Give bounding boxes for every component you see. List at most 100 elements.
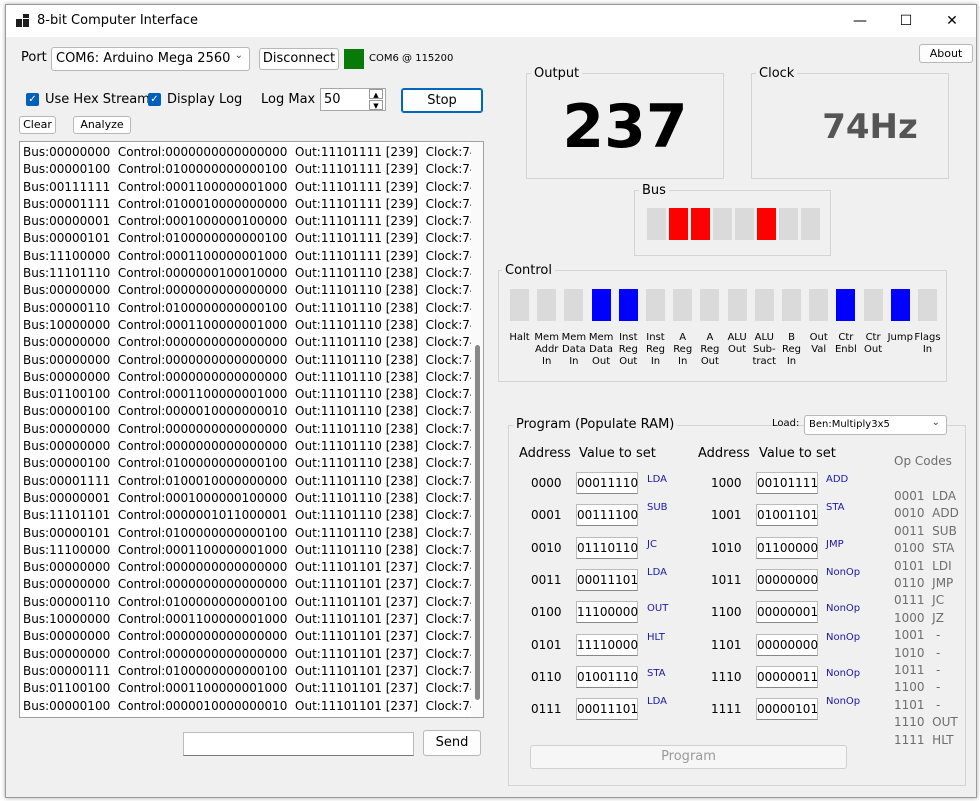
output-value: 237	[562, 92, 688, 162]
mnemonic-label: NonOp	[826, 603, 861, 615]
log-max-stepper[interactable]: 50 ▲ ▼	[320, 88, 386, 111]
ram-value-field[interactable]: 00011110	[576, 472, 638, 494]
opcode-item: 1000 JZ	[894, 610, 944, 625]
ram-value-field[interactable]: 11100000	[576, 601, 638, 624]
address-label: 0111	[531, 702, 562, 717]
control-led	[700, 289, 720, 321]
control-led	[646, 289, 665, 321]
stepper-down-icon[interactable]: ▼	[369, 100, 383, 110]
ram-value-field[interactable]: 00000011	[756, 665, 818, 688]
log-line: Bus:00000100 Control:0100000000000100 Ou…	[23, 456, 478, 471]
port-select[interactable]: COM6: Arduino Mega 2560 ⌄	[51, 47, 250, 71]
ram-value-field[interactable]: 00101111	[756, 472, 818, 494]
log-line: Bus:00000110 Control:0100000000000100 Ou…	[23, 300, 478, 315]
log-line: Bus:00000000 Control:0000000000000000 Ou…	[23, 369, 478, 384]
control-led	[510, 289, 529, 321]
bus-led	[779, 208, 798, 240]
ram-value-field[interactable]: 01110110	[576, 536, 638, 559]
control-led	[836, 289, 856, 321]
connection-status-indicator	[344, 49, 364, 69]
log-line: Bus:00000001 Control:0001000000100000 Ou…	[23, 490, 478, 505]
stop-button[interactable]: Stop	[401, 88, 483, 113]
chevron-down-icon: ⌄	[931, 417, 940, 428]
bus-led	[735, 208, 754, 240]
maximize-icon[interactable]: ☐	[883, 5, 929, 37]
mnemonic-label: NonOp	[826, 566, 861, 578]
send-button[interactable]: Send	[423, 730, 481, 756]
load-select[interactable]: Ben:Multiply3x5 ⌄	[804, 415, 947, 435]
title-bar: 8-bit Computer Interface — ☐ ✕	[6, 5, 976, 37]
program-button[interactable]: Program	[530, 745, 847, 769]
ram-value-field[interactable]: 11110000	[576, 633, 638, 656]
log-line: Bus:00000000 Control:0000000000000000 Ou…	[23, 352, 478, 367]
control-led	[673, 289, 693, 321]
control-led	[564, 289, 584, 321]
log-scrollbar-thumb[interactable]	[475, 345, 480, 700]
serial-log[interactable]: Bus:00000000 Control:0000000000000000 Ou…	[19, 141, 484, 718]
ram-value-field[interactable]: 00000000	[756, 633, 818, 656]
opcode-item: 1001 -	[894, 628, 941, 643]
log-line: Bus:00000000 Control:0000000000000000 Ou…	[23, 646, 478, 661]
ram-value-field[interactable]: 01100000	[756, 536, 818, 559]
close-icon[interactable]: ✕	[929, 5, 975, 37]
log-line: Bus:00000100 Control:0000010000000010 Ou…	[23, 404, 478, 419]
bus-led	[647, 208, 666, 240]
log-line: Bus:11101101 Control:0000001011000001 Ou…	[23, 508, 478, 523]
display-log-checkbox[interactable]: ✓	[148, 93, 161, 106]
log-line: Bus:00000000 Control:0000000000000000 Ou…	[23, 629, 478, 644]
mnemonic-label: HLT	[647, 631, 665, 643]
opcode-item: 0010 ADD	[894, 506, 959, 521]
opcode-item: 1100 -	[894, 680, 941, 695]
log-line: Bus:00000111 Control:0100000000000100 Ou…	[23, 663, 478, 678]
ram-value-field[interactable]: 00000001	[756, 601, 818, 624]
minimize-icon[interactable]: —	[837, 5, 883, 37]
about-button[interactable]: About	[919, 44, 973, 63]
address-label: 1100	[711, 605, 742, 620]
opcode-item: 0101 LDI	[894, 558, 952, 573]
control-led	[918, 289, 937, 321]
log-line: Bus:00000000 Control:0000000000000000 Ou…	[23, 439, 478, 454]
control-led	[863, 289, 883, 321]
log-line: Bus:00000101 Control:0100000000000100 Ou…	[23, 231, 478, 246]
log-line: Bus:00000110 Control:0100000000000100 Ou…	[23, 594, 478, 609]
control-led	[890, 289, 910, 321]
disconnect-button[interactable]: Disconnect	[259, 48, 339, 70]
log-scrollbar[interactable]	[471, 142, 483, 717]
value-header-left: Value to set	[579, 446, 656, 461]
log-max-label: Log Max	[261, 92, 316, 107]
stepper-up-icon[interactable]: ▲	[369, 89, 383, 99]
load-value: Ben:Multiply3x5	[809, 419, 890, 430]
display-log-label: Display Log	[167, 92, 243, 107]
program-label: Program (Populate RAM)	[513, 417, 678, 432]
app-icon	[16, 14, 30, 28]
ram-value-field[interactable]: 00000101	[756, 698, 818, 721]
ram-value-field[interactable]: 00111100	[576, 504, 638, 527]
send-input[interactable]	[183, 732, 414, 756]
mnemonic-label: JC	[647, 538, 657, 550]
log-line: Bus:01100100 Control:0001100000001000 Ou…	[23, 681, 478, 696]
use-hex-stream-checkbox[interactable]: ✓	[26, 93, 39, 106]
opcode-item: 0011 SUB	[894, 523, 957, 538]
address-label: 1011	[711, 572, 742, 587]
log-line: Bus:00000000 Control:0000000000000000 Ou…	[23, 421, 478, 436]
control-led	[727, 289, 747, 321]
mnemonic-label: NonOp	[826, 631, 861, 643]
ram-value-field[interactable]: 00011101	[576, 698, 638, 721]
control-label: Control	[502, 263, 555, 278]
mnemonic-label: ADD	[826, 474, 849, 485]
window-title: 8-bit Computer Interface	[37, 13, 199, 28]
address-label: 0000	[531, 476, 562, 490]
log-line: Bus:00001111 Control:0100010000000000 Ou…	[23, 196, 478, 211]
analyze-button[interactable]: Analyze	[73, 116, 131, 134]
mnemonic-label: NonOp	[826, 696, 861, 708]
address-label: 1101	[711, 637, 742, 652]
ram-value-field[interactable]: 01001101	[756, 504, 818, 527]
ram-value-field[interactable]: 00011101	[576, 568, 638, 591]
ram-value-field[interactable]: 00000000	[756, 568, 818, 591]
log-line: Bus:10000000 Control:0001100000001000 Ou…	[23, 612, 478, 627]
clock-value: 74Hz	[822, 107, 918, 147]
chevron-down-icon: ⌄	[234, 50, 243, 61]
ram-value-field[interactable]: 01001110	[576, 665, 638, 688]
opcode-item: 0111 JC	[894, 593, 945, 608]
clear-button[interactable]: Clear	[19, 116, 56, 134]
